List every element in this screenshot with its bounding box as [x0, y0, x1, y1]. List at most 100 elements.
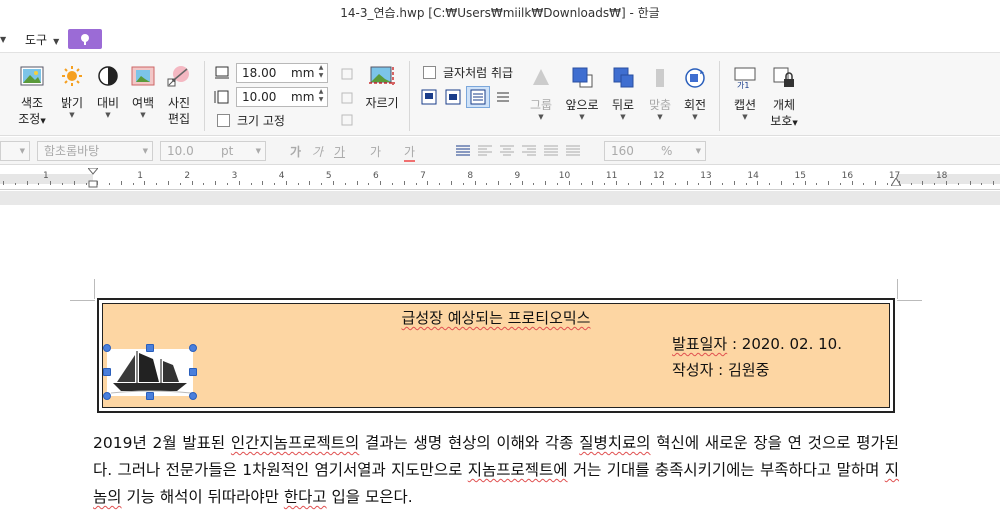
- resize-handle-top-left[interactable]: [103, 344, 111, 352]
- font-name-select[interactable]: 함초롬바탕 ▼: [37, 141, 153, 161]
- contrast-label: 대비: [96, 96, 120, 110]
- strikethrough-icon[interactable]: 가: [370, 143, 381, 160]
- wrap-behind-text-icon: [470, 89, 486, 105]
- send-back-icon: [613, 67, 634, 88]
- height-input[interactable]: 10.00 mm ▲ ▼: [236, 87, 328, 107]
- width-input[interactable]: 18.00 mm ▲ ▼: [236, 63, 328, 83]
- bring-front-label: 앞으로: [565, 98, 599, 112]
- align-distribute-icon[interactable]: [544, 145, 558, 157]
- resize-handle-bottom[interactable]: [146, 392, 154, 400]
- ruler-number: 13: [700, 171, 712, 181]
- align-left-icon[interactable]: [478, 145, 492, 157]
- bold-icon[interactable]: 가: [290, 143, 301, 160]
- ruler-tick: [722, 183, 723, 185]
- underline-icon[interactable]: 가: [334, 143, 345, 160]
- ruler-tick: [463, 183, 464, 185]
- font-color-icon[interactable]: 가: [404, 143, 416, 162]
- caption-label: 캡션: [733, 98, 757, 112]
- ruler-tick: [675, 183, 676, 185]
- wrap-square-icon[interactable]: [421, 89, 437, 105]
- width-spinner[interactable]: ▲ ▼: [315, 64, 327, 82]
- group-label: 그룹: [529, 98, 553, 112]
- margin-button[interactable]: 여백 ▼: [128, 65, 158, 120]
- resize-handle-bottom-left[interactable]: [103, 392, 111, 400]
- menu-tools[interactable]: 도구 ▼: [25, 31, 59, 48]
- ruler-tick: [486, 183, 487, 185]
- ruler-tick: [698, 183, 699, 185]
- ruler-tick: [262, 181, 263, 185]
- ruler-tick: [592, 181, 593, 185]
- align-justify-icon[interactable]: [456, 145, 470, 157]
- crop-button[interactable]: 자르기: [364, 65, 400, 111]
- indent-marker-icon[interactable]: [88, 168, 98, 188]
- rotate-button[interactable]: 회전 ▼: [680, 67, 710, 122]
- ruler-tick: [404, 181, 405, 185]
- ribbon-separator: [719, 61, 720, 131]
- ruler-tick: [805, 181, 806, 185]
- body-paragraph[interactable]: 2019년 2월 발표된 인간지놈프로젝트의 결과는 생명 현상의 이해와 각종…: [93, 430, 899, 511]
- ship-picture[interactable]: [107, 349, 193, 396]
- brightness-button[interactable]: 밝기 ▼: [58, 65, 86, 120]
- wrap-top-bottom-icon[interactable]: [445, 89, 461, 105]
- group-button[interactable]: 그룹 ▼: [526, 67, 556, 122]
- photo-edit-button[interactable]: 사진 편집: [164, 65, 194, 127]
- zoom-field[interactable]: 160 % ▼: [604, 141, 706, 161]
- date-value: 2020. 02. 10.: [741, 335, 842, 353]
- resize-handle-bottom-right[interactable]: [189, 392, 197, 400]
- ruler-tick: [533, 183, 534, 185]
- margin-icon: [131, 66, 155, 86]
- ruler-number: 16: [841, 171, 854, 181]
- align-button[interactable]: 맞춤 ▼: [645, 67, 675, 122]
- width-value: 18.00: [242, 66, 277, 80]
- ruler-tick: [569, 181, 570, 185]
- header-cell[interactable]: 급성장 예상되는 프로티오믹스 발표일자 : 2020. 02. 10. 작성자…: [102, 303, 890, 408]
- menu-arrow-left[interactable]: ▼: [0, 31, 6, 45]
- ruler-tick: [121, 181, 122, 185]
- paragraph-text: 거는 기대를 충족시키기에는 부족하다고 말하며: [567, 461, 885, 479]
- sailing-ship-icon: [110, 351, 192, 394]
- caption-button[interactable]: 가1 캡션 ▼: [730, 67, 760, 122]
- brightness-label: 밝기: [60, 96, 84, 110]
- ruler-tick: [239, 181, 240, 185]
- style-select[interactable]: ▼: [0, 141, 30, 161]
- align-center-icon[interactable]: [500, 145, 514, 157]
- wrap-behind-text-button[interactable]: [466, 86, 490, 108]
- object-protect-button[interactable]: 개체 보호▼: [767, 67, 801, 131]
- fix-size-checkbox[interactable]: [217, 114, 230, 127]
- ruler-tick: [911, 183, 912, 185]
- treat-as-char-checkbox[interactable]: [423, 66, 436, 79]
- ruler-tick: [203, 183, 204, 185]
- send-back-button[interactable]: 뒤로 ▼: [608, 67, 638, 122]
- ruler-tick: [333, 181, 334, 185]
- ruler-number: 12: [653, 171, 665, 181]
- ruler-tick: [557, 183, 558, 185]
- ruler-tick: [286, 181, 287, 185]
- wrap-front-text-icon[interactable]: [495, 89, 511, 105]
- ruler-tick: [15, 183, 16, 185]
- bring-front-button[interactable]: 앞으로 ▼: [564, 67, 600, 122]
- resize-handle-left[interactable]: [103, 368, 111, 376]
- ruler-tick: [321, 183, 322, 185]
- ruler-tick: [427, 181, 428, 185]
- ribbon-toggle-button[interactable]: [68, 29, 102, 49]
- resize-handle-right[interactable]: [189, 368, 197, 376]
- ruler-tick: [215, 181, 216, 185]
- ruler-number: 9: [514, 171, 521, 181]
- height-spinner[interactable]: ▲ ▼: [315, 88, 327, 106]
- color-adjust-button[interactable]: 색조 조정▼: [18, 65, 46, 129]
- italic-icon[interactable]: 가: [312, 143, 323, 160]
- resize-handle-top[interactable]: [146, 344, 154, 352]
- ruler-tick: [651, 183, 652, 185]
- align-right-icon[interactable]: [522, 145, 536, 157]
- ruler-tick: [793, 183, 794, 185]
- ruler-tick: [416, 183, 417, 185]
- header-table[interactable]: 급성장 예상되는 프로티오믹스 발표일자 : 2020. 02. 10. 작성자…: [97, 298, 895, 413]
- align-split-icon[interactable]: [566, 145, 580, 157]
- photo-edit-label-1: 사진: [167, 96, 191, 110]
- ruler-tick: [298, 183, 299, 185]
- ruler-tick: [663, 181, 664, 185]
- contrast-button[interactable]: 대비 ▼: [94, 65, 122, 120]
- horizontal-ruler[interactable]: 1 1 2 3 4 5 6 7 8 9 10 11 12 13 14 15 16 17 18: [0, 166, 1000, 190]
- resize-handle-top-right[interactable]: [189, 344, 197, 352]
- font-size-field[interactable]: 10.0 pt ▼: [160, 141, 266, 161]
